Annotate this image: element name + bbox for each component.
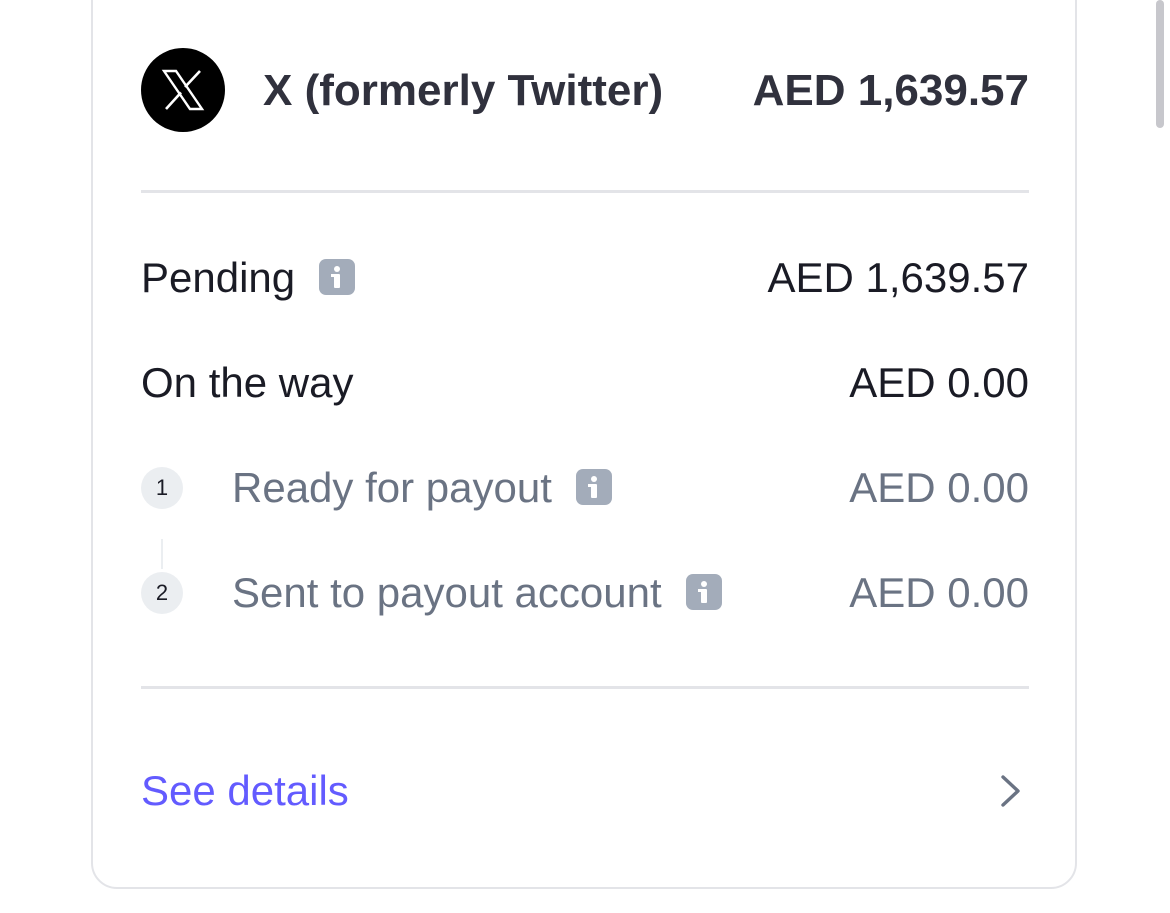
- step-label: Ready for payout: [232, 464, 552, 511]
- total-amount: AED 1,639.57: [752, 66, 1029, 115]
- pending-amount: AED 1,639.57: [767, 254, 1029, 301]
- step-row-sent-to-payout-account: 2 Sent to payout account AED 0.00: [141, 565, 1029, 621]
- step-label-group: Sent to payout account: [232, 565, 722, 621]
- on-the-way-amount: AED 0.00: [849, 359, 1029, 406]
- pending-label-group: Pending: [141, 250, 356, 306]
- step-label: Sent to payout account: [232, 569, 662, 616]
- pending-label: Pending: [141, 254, 296, 301]
- see-details-label[interactable]: See details: [141, 762, 349, 820]
- platform-name: X (formerly Twitter): [263, 66, 664, 115]
- see-details-link[interactable]: See details: [141, 762, 1029, 822]
- divider: [141, 190, 1029, 193]
- step-amount: AED 0.00: [849, 464, 1029, 511]
- on-the-way-row: On the way AED 0.00: [141, 355, 1029, 411]
- info-icon[interactable]: [575, 468, 612, 505]
- pending-row: Pending AED 1,639.57: [141, 250, 1029, 306]
- step-label-group: Ready for payout: [232, 460, 612, 516]
- divider: [141, 686, 1029, 689]
- chevron-right-icon[interactable]: [993, 774, 1027, 808]
- account-header: X (formerly Twitter) AED 1,639.57: [141, 48, 1029, 134]
- step-number-badge: 2: [141, 572, 183, 614]
- scrollbar[interactable]: [1156, 0, 1164, 128]
- step-amount: AED 0.00: [849, 569, 1029, 616]
- x-logo-icon: [141, 48, 225, 132]
- on-the-way-label: On the way: [141, 359, 354, 406]
- info-icon[interactable]: [319, 258, 356, 295]
- step-row-ready-for-payout: 1 Ready for payout AED 0.00: [141, 460, 1029, 516]
- info-icon[interactable]: [685, 573, 722, 610]
- step-number-badge: 1: [141, 467, 183, 509]
